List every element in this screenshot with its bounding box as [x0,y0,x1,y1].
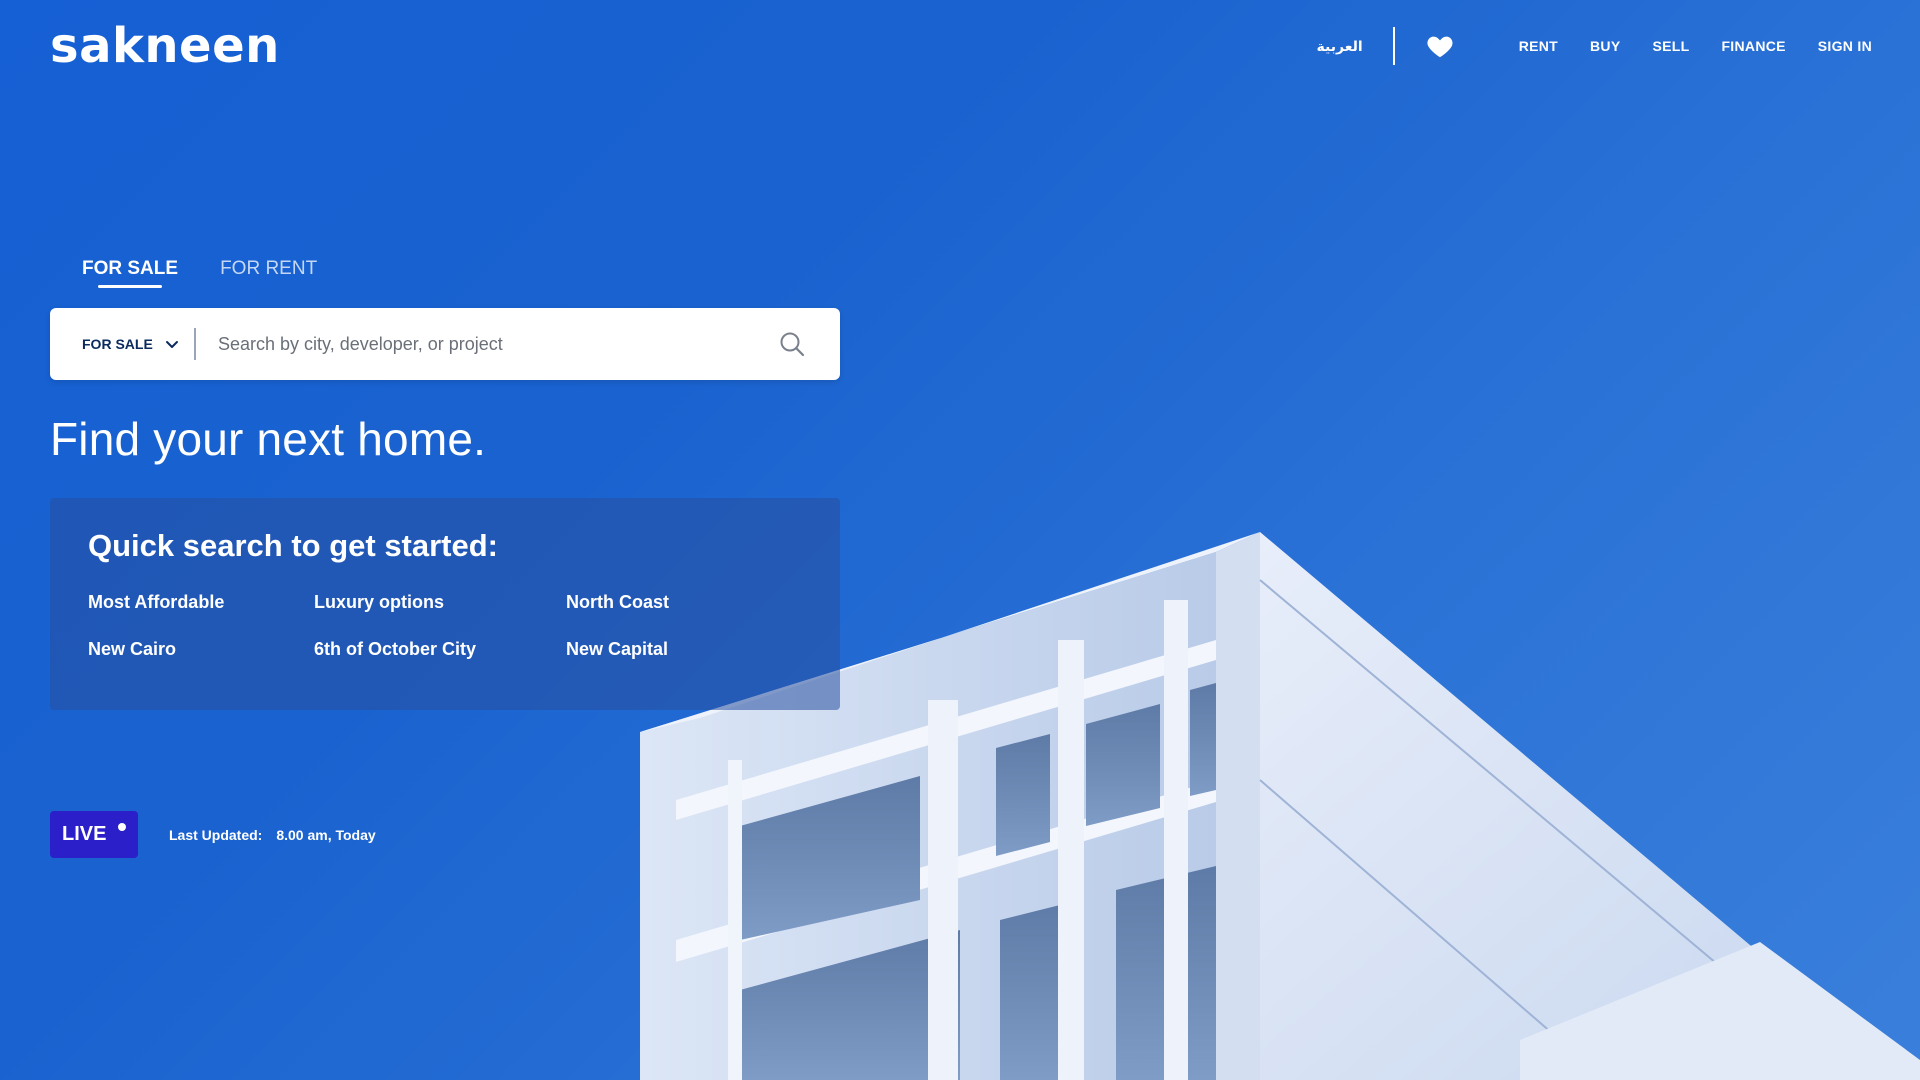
live-badge-label: LIVE [62,823,107,845]
quick-link-new-cairo[interactable]: New Cairo [88,639,314,660]
listing-type-tabs: FOR SALE FOR RENT [82,258,359,288]
quick-link-north-coast[interactable]: North Coast [566,592,766,613]
quick-link-6th-of-october[interactable]: 6th of October City [314,639,566,660]
quick-search-links: Most Affordable Luxury options North Coa… [88,592,802,660]
listing-mode-dropdown[interactable]: FOR SALE [50,336,194,352]
quick-link-luxury-options[interactable]: Luxury options [314,592,566,613]
tab-for-rent[interactable]: FOR RENT [220,258,317,288]
nav-rent[interactable]: RENT [1519,38,1558,54]
live-dot-icon [118,823,126,831]
nav-finance[interactable]: FINANCE [1721,38,1785,54]
top-header: sakneen العربية RENT BUY SELL FINANCE SI… [0,0,1920,90]
chevron-down-icon [165,341,178,348]
heart-icon[interactable] [1425,31,1455,61]
nav-sign-in[interactable]: SIGN IN [1818,38,1872,54]
nav-buy[interactable]: BUY [1590,38,1620,54]
search-bar: FOR SALE [50,308,840,380]
language-switch-link[interactable]: العربية [1317,38,1363,55]
hero-title: Find your next home. [50,413,487,465]
live-status: LIVE Last Updated: 8.00 am, Today [50,811,376,858]
last-updated-label: Last Updated: [169,826,263,843]
last-updated: Last Updated: 8.00 am, Today [169,827,376,843]
logo[interactable]: sakneen [50,18,280,74]
quick-link-new-capital[interactable]: New Capital [566,639,766,660]
listing-mode-value: FOR SALE [82,336,153,352]
main-nav: العربية RENT BUY SELL FINANCE SIGN IN [1317,26,1872,66]
quick-search-title: Quick search to get started: [88,528,499,563]
nav-sell[interactable]: SELL [1652,38,1689,54]
tab-for-sale[interactable]: FOR SALE [82,258,178,288]
search-input[interactable] [196,308,778,380]
last-updated-value: 8.00 am, Today [276,826,376,843]
search-icon[interactable] [778,330,806,358]
quick-link-most-affordable[interactable]: Most Affordable [88,592,314,613]
quick-search-panel: Quick search to get started: Most Afford… [50,498,840,710]
nav-divider [1392,27,1395,65]
live-badge: LIVE [50,811,138,858]
